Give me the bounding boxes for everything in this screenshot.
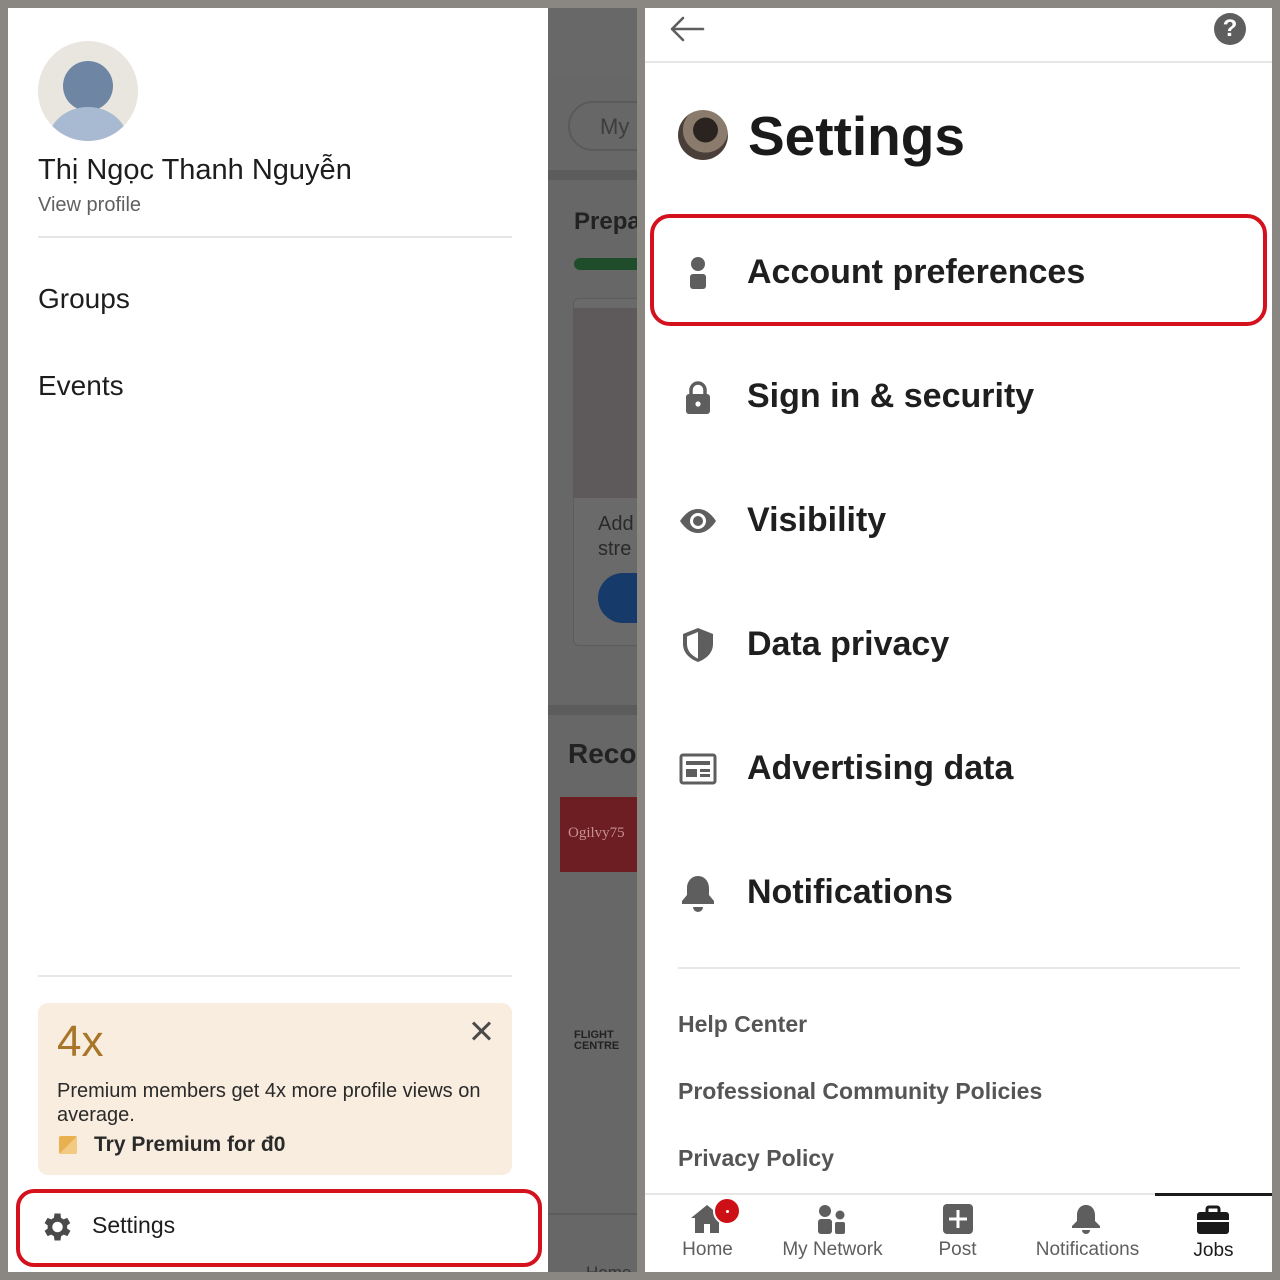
promo-headline: 4x: [57, 1017, 104, 1066]
tab-label: Post: [938, 1239, 977, 1260]
tab-label: Home: [682, 1239, 733, 1260]
briefcase-icon: [1197, 1205, 1229, 1234]
side-drawer: Thị Ngọc Thanh Nguyễn View profile Group…: [8, 8, 548, 1272]
dimmed-feed-background: My Prepa Add stre Reco Ogilvy75 FLIGHT C…: [548, 8, 637, 1272]
network-icon: [818, 1205, 845, 1234]
close-icon[interactable]: [466, 1017, 496, 1047]
plus-square-icon: [943, 1204, 973, 1234]
tab-my-network[interactable]: My Network: [770, 1195, 895, 1272]
lock-icon: [686, 381, 710, 414]
bell-icon: [682, 876, 714, 912]
gear-icon: [44, 1213, 71, 1241]
shield-icon: [683, 628, 713, 662]
menu-item-groups[interactable]: Groups: [38, 283, 130, 315]
try-premium-link[interactable]: Try Premium for đ0: [94, 1133, 285, 1157]
settings-item-sign-in-security[interactable]: Sign in & security: [645, 342, 1272, 452]
notification-badge: [713, 1197, 741, 1225]
feed-section-title: Prepa: [574, 208, 637, 235]
tab-jobs[interactable]: Jobs: [1155, 1193, 1272, 1272]
premium-icon: [59, 1136, 77, 1154]
divider: [678, 967, 1240, 969]
settings-item-label: Advertising data: [747, 749, 1014, 787]
settings-item-label: Sign in & security: [747, 377, 1035, 415]
tab-notifications[interactable]: Notifications: [1020, 1195, 1155, 1272]
tab-label: Notifications: [1035, 1239, 1140, 1260]
feed-illustration: [573, 308, 637, 498]
settings-item-label: Notifications: [747, 873, 953, 911]
feed-pill: My: [568, 101, 637, 151]
bottom-tab-bar: Home My Network Post Notifications Jobs: [645, 1193, 1272, 1272]
community-policies-link[interactable]: Professional Community Policies: [678, 1078, 1042, 1105]
view-profile-link[interactable]: View profile: [38, 194, 141, 217]
user-name[interactable]: Thị Ngọc Thanh Nguyễn: [38, 154, 352, 187]
help-icon[interactable]: ?: [1214, 13, 1246, 45]
back-arrow-icon[interactable]: [667, 12, 707, 46]
page-title: Settings: [748, 105, 965, 167]
tab-home[interactable]: Home: [645, 1195, 770, 1272]
company-logo: Ogilvy75: [560, 797, 637, 872]
person-icon: [690, 257, 706, 289]
settings-item-visibility[interactable]: Visibility: [645, 466, 1272, 576]
settings-item-advertising-data[interactable]: Advertising data: [645, 714, 1272, 824]
ad-icon: [679, 753, 717, 785]
tab-label: My Network: [782, 1239, 883, 1260]
settings-label: Settings: [92, 1212, 176, 1238]
avatar: [678, 110, 728, 160]
promo-text: Premium members get 4x more profile view…: [57, 1080, 481, 1126]
premium-promo-card: 4x Premium members get 4x more profile v…: [38, 1003, 512, 1175]
divider: [38, 236, 512, 238]
menu-item-events[interactable]: Events: [38, 370, 124, 402]
settings-menu-item[interactable]: Settings: [16, 1189, 542, 1267]
feed-section-title: Reco: [568, 738, 637, 769]
settings-item-account-preferences[interactable]: Account preferences: [645, 218, 1272, 328]
tab-label: Jobs: [1193, 1240, 1234, 1261]
help-center-link[interactable]: Help Center: [678, 1011, 807, 1038]
eye-icon: [680, 509, 716, 533]
company-logo: FLIGHT CENTRE: [574, 1029, 620, 1052]
settings-item-notifications[interactable]: Notifications: [645, 838, 1272, 948]
bell-icon: [1072, 1205, 1100, 1234]
settings-screen: ? Settings Account preferences Sign in &…: [645, 8, 1272, 1272]
settings-item-label: Data privacy: [747, 625, 950, 663]
settings-item-label: Account preferences: [747, 253, 1086, 291]
settings-item-label: Visibility: [747, 501, 887, 539]
tab-post[interactable]: Post: [895, 1195, 1020, 1272]
privacy-policy-link[interactable]: Privacy Policy: [678, 1145, 834, 1172]
profile-avatar[interactable]: [38, 41, 138, 141]
divider: [38, 975, 512, 977]
settings-item-data-privacy[interactable]: Data privacy: [645, 590, 1272, 700]
top-bar: ?: [645, 8, 1272, 63]
